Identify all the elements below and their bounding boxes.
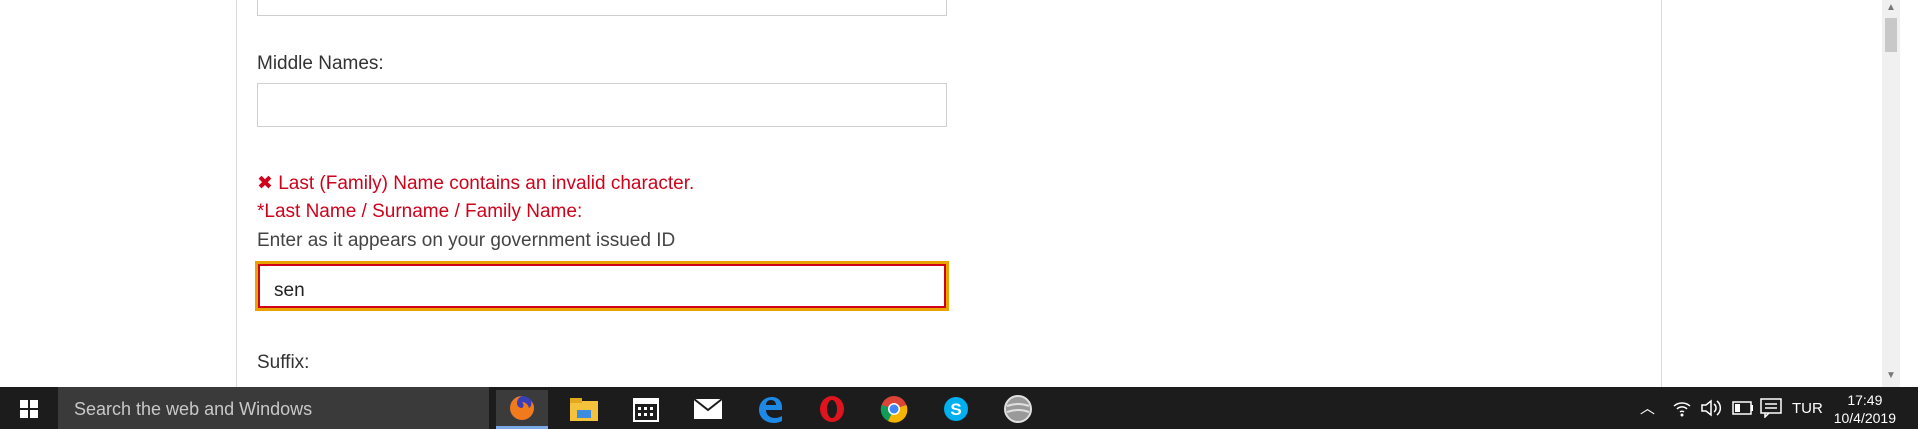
page-scrollbar[interactable]: ▲ ▼: [1882, 0, 1900, 387]
clock-time: 17:49: [1847, 392, 1883, 408]
network-icon[interactable]: [1672, 398, 1692, 418]
firefox-icon[interactable]: [496, 390, 548, 429]
calendar-icon[interactable]: [620, 392, 672, 426]
action-center-icon[interactable]: [1760, 398, 1782, 418]
show-hidden-icons-chevron-icon[interactable]: ︿: [1640, 397, 1655, 418]
taskbar-clock[interactable]: 17:49 10/4/2019: [1834, 391, 1896, 427]
last-name-error-message: ✖ Last (Family) Name contains an invalid…: [257, 173, 695, 194]
scroll-thumb[interactable]: [1885, 18, 1897, 52]
last-name-hint: Enter as it appears on your government i…: [257, 230, 676, 251]
mail-icon[interactable]: [682, 392, 734, 426]
suffix-label: Suffix:: [257, 352, 310, 373]
first-name-input[interactable]: [257, 0, 947, 16]
taskbar-search-box[interactable]: Search the web and Windows: [58, 387, 489, 429]
middle-names-label: Middle Names:: [257, 53, 384, 74]
chrome-icon[interactable]: [868, 392, 920, 426]
edge-icon[interactable]: [744, 392, 796, 426]
opera-icon[interactable]: [806, 392, 858, 426]
google-earth-pro-icon[interactable]: [992, 392, 1044, 426]
browser-page: Middle Names: ✖ Last (Family) Name conta…: [0, 0, 1900, 387]
middle-names-input[interactable]: [257, 83, 947, 127]
last-name-input[interactable]: sen: [255, 261, 949, 311]
scroll-down-arrow-icon[interactable]: ▼: [1886, 370, 1896, 381]
skype-icon[interactable]: S: [930, 392, 982, 426]
last-name-label: *Last Name / Surname / Family Name:: [257, 201, 583, 222]
scroll-up-arrow-icon[interactable]: ▲: [1886, 2, 1896, 13]
taskbar-search-placeholder: Search the web and Windows: [74, 399, 313, 419]
language-indicator[interactable]: TUR: [1792, 400, 1823, 417]
form-panel: Middle Names: ✖ Last (Family) Name conta…: [236, 0, 1662, 387]
battery-icon[interactable]: [1732, 401, 1754, 415]
clock-date: 10/4/2019: [1833, 410, 1896, 426]
windows-logo-icon: [20, 400, 38, 418]
svg-text:S: S: [950, 400, 961, 419]
file-explorer-icon[interactable]: [558, 392, 610, 426]
windows-taskbar: Search the web and Windows S ︿ TUR 17:49…: [0, 387, 1918, 429]
last-name-value[interactable]: sen: [258, 264, 946, 308]
start-button[interactable]: [0, 387, 58, 429]
volume-icon[interactable]: [1700, 398, 1722, 418]
